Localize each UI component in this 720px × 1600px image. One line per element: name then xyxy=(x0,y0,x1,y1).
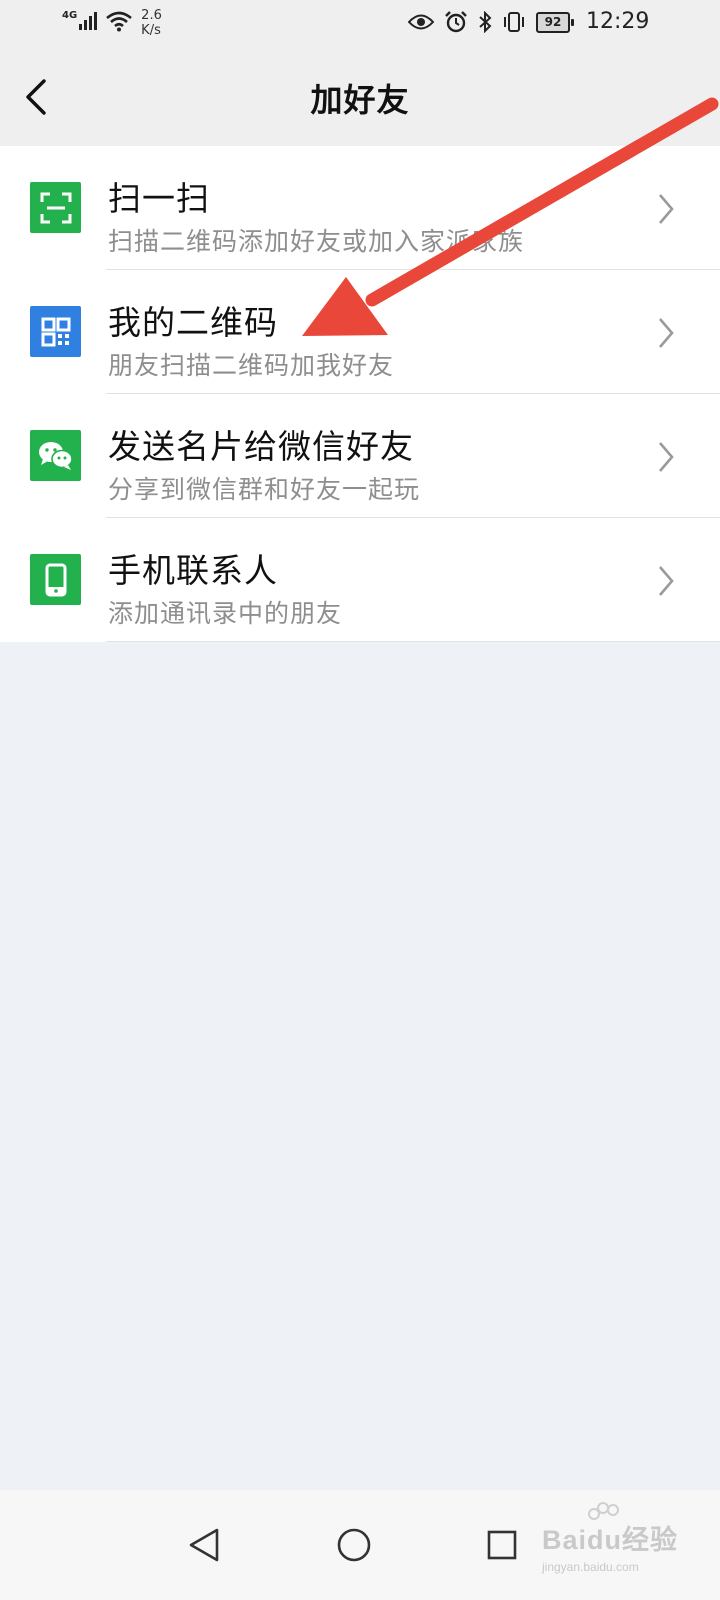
alarm-icon xyxy=(444,11,468,33)
wechat-icon xyxy=(30,430,81,481)
menu-item-subtitle: 朋友扫描二维码加我好友 xyxy=(108,351,395,380)
menu-item-title: 发送名片给微信好友 xyxy=(108,427,414,466)
speed-value: 2.6 xyxy=(141,8,162,23)
menu-item-title: 手机联系人 xyxy=(108,551,278,590)
menu-item-send-card-wechat[interactable]: 发送名片给微信好友 分享到微信群和好友一起玩 xyxy=(0,394,720,518)
network-type: 4G xyxy=(62,10,78,21)
chevron-right-icon xyxy=(659,566,674,596)
scan-icon xyxy=(30,182,81,233)
status-bar: 4G 2.6 K/s 92 12:29 xyxy=(0,0,720,48)
menu-item-subtitle: 分享到微信群和好友一起玩 xyxy=(108,475,421,504)
menu-item-title: 扫一扫 xyxy=(108,179,210,218)
menu-item-subtitle: 扫描二维码添加好友或加入家派家族 xyxy=(108,227,525,256)
add-friend-menu: 扫一扫 扫描二维码添加好友或加入家派家族 我的二维码 朋友扫描二维码加我好友 发… xyxy=(0,146,720,642)
menu-item-title: 我的二维码 xyxy=(108,303,278,342)
menu-item-phone-contacts[interactable]: 手机联系人 添加通讯录中的朋友 xyxy=(0,518,720,642)
home-nav-icon[interactable] xyxy=(334,1525,374,1565)
chevron-right-icon xyxy=(659,194,674,224)
watermark-main: Baidu经验 xyxy=(542,1525,679,1555)
bluetooth-icon xyxy=(478,11,492,33)
recents-nav-icon[interactable] xyxy=(482,1525,522,1565)
status-time: 12:29 xyxy=(586,9,650,34)
status-left: 4G 2.6 K/s xyxy=(62,8,162,42)
battery-icon: 92 xyxy=(536,11,574,33)
vibrate-icon xyxy=(502,11,526,33)
menu-item-my-qr-code[interactable]: 我的二维码 朋友扫描二维码加我好友 xyxy=(0,270,720,394)
app-bar: 加好友 xyxy=(0,48,720,146)
eye-icon xyxy=(408,13,434,31)
chevron-right-icon xyxy=(659,318,674,348)
wifi-icon xyxy=(105,10,133,36)
page-title: 加好友 xyxy=(310,81,410,119)
menu-item-subtitle: 添加通讯录中的朋友 xyxy=(108,599,343,628)
back-nav-icon[interactable] xyxy=(184,1525,224,1565)
phone-icon xyxy=(30,554,81,605)
network-speed: 2.6 K/s xyxy=(141,8,162,38)
menu-item-scan[interactable]: 扫一扫 扫描二维码添加好友或加入家派家族 xyxy=(0,146,720,270)
status-right: 92 xyxy=(408,11,574,33)
signal-icon xyxy=(79,8,98,30)
speed-unit: K/s xyxy=(141,23,161,38)
baidu-watermark: Baidu经验 jingyan.baidu.com xyxy=(540,1502,710,1582)
watermark-sub: jingyan.baidu.com xyxy=(542,1560,639,1574)
chevron-right-icon xyxy=(659,442,674,472)
divider xyxy=(106,641,720,642)
qr-code-icon xyxy=(30,306,81,357)
